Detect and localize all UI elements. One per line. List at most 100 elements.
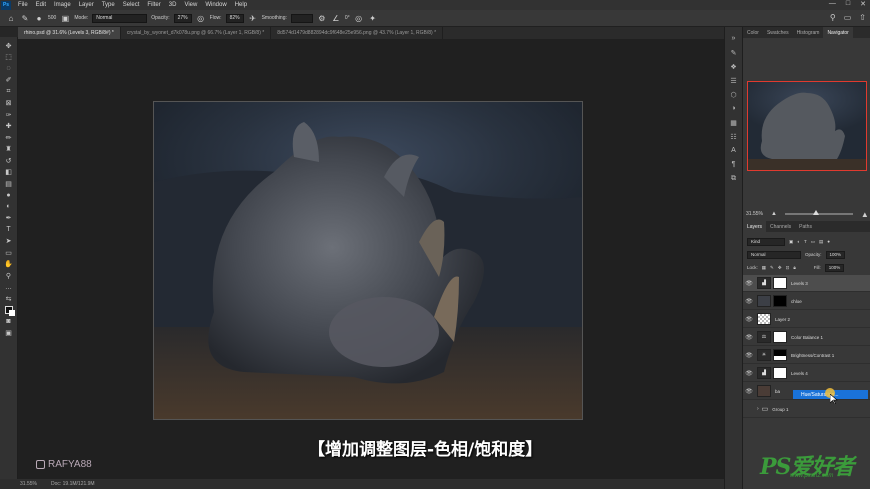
blur-tool-icon[interactable]: ● [3,190,15,202]
3d-panel-icon[interactable]: ⬡ [728,89,740,100]
tab-swatches[interactable]: Swatches [763,27,793,38]
smoothing-input[interactable] [290,13,313,23]
pen-tool-icon[interactable]: ✒ [3,213,15,225]
menu-type[interactable]: Type [98,2,119,8]
menu-layer[interactable]: Layer [75,2,98,8]
tab-paths[interactable]: Paths [795,221,816,232]
expand-chevron-icon[interactable]: › [757,406,759,412]
properties-panel-icon[interactable]: ☷ [728,131,740,142]
tab-navigator[interactable]: Navigator [823,27,853,38]
brush-preset-icon[interactable]: ● [34,13,44,23]
zoom-tool-icon[interactable]: ⚲ [3,270,15,282]
visibility-eye-icon[interactable]: 👁︎ [743,298,755,305]
layer-row-group-1[interactable]: › ▭ Group 1 [743,401,870,418]
layer-row-brightness-contrast-1[interactable]: 👁︎ ☀ Brightness/Contrast 1 [743,347,870,364]
swap-colors-icon[interactable]: ⇆ [3,293,15,305]
brush-tool-icon-side[interactable]: ✏ [3,132,15,144]
search-icon[interactable]: ⚲ [830,13,836,22]
share-icon[interactable]: ⇧ [859,13,866,22]
paragraph-panel-icon[interactable]: ¶ [728,159,740,170]
layer-row-color-balance-1[interactable]: 👁︎ ⚖ Color Balance 1 [743,329,870,346]
close-button[interactable]: ✕ [860,0,866,8]
minimize-button[interactable]: — [829,0,836,8]
brush-tool-icon[interactable]: ✎ [20,13,30,23]
healing-tool-icon[interactable]: ✚ [3,121,15,133]
quick-select-tool-icon[interactable]: ✐ [3,75,15,87]
menu-select[interactable]: Select [119,2,144,8]
layer-name[interactable]: Color Balance 1 [791,335,823,340]
filter-adjustment-icon[interactable]: ◐ [797,239,800,244]
home-icon[interactable]: ⌂ [6,13,16,23]
lasso-tool-icon[interactable]: ◌ [3,63,15,75]
menu-edit[interactable]: Edit [32,2,50,8]
shape-tool-icon[interactable]: ▭ [3,247,15,259]
menu-view[interactable]: View [180,2,201,8]
layer-row-layer-2[interactable]: 👁︎ Layer 2 [743,311,870,328]
layer-name[interactable]: chloe [791,299,802,304]
lock-position-icon[interactable]: ✥ [778,265,782,271]
tab-color[interactable]: Color [743,27,763,38]
lock-image-icon[interactable]: ✎ [770,265,774,271]
visibility-eye-icon[interactable]: 👁︎ [743,388,755,395]
adjustments-panel-icon[interactable]: ◑ [728,103,740,114]
lock-artboard-icon[interactable]: ⊡ [786,265,790,271]
flow-input[interactable]: 82% [225,13,244,23]
marquee-tool-icon[interactable]: ⬚ [3,52,15,64]
layer-row-levels-3[interactable]: 👁︎ ▟ Levels 3 [743,275,870,292]
layer-kind-select[interactable]: Kind [747,237,785,246]
filter-pixel-icon[interactable]: ▣ [789,239,793,245]
symmetry-icon[interactable]: ✦ [368,13,378,23]
workspace-icon[interactable]: ▭ [844,13,852,22]
type-tool-icon[interactable]: T [3,224,15,236]
libraries-panel-icon[interactable]: ▦ [728,117,740,128]
foreground-background-color-icon[interactable] [3,305,15,317]
status-zoom[interactable]: 31.55% [20,481,37,487]
zoom-out-icon[interactable]: ▲ [771,211,777,217]
tab-layers[interactable]: Layers [743,221,767,232]
layer-name[interactable]: Layer 2 [775,317,790,322]
menu-help[interactable]: Help [231,2,251,8]
brush-presets-panel-icon[interactable]: ❖ [728,61,740,72]
angle-value[interactable]: 0° [345,15,350,21]
eyedropper-tool-icon[interactable]: ✑ [3,109,15,121]
layer-name[interactable]: ba [775,389,780,394]
navigator-zoom-knob[interactable] [812,210,819,215]
tool-presets-panel-icon[interactable]: ☰ [728,75,740,86]
layer-fill-input[interactable]: 100% [824,263,845,272]
tab-channels[interactable]: Channels [766,221,795,232]
crop-tool-icon[interactable]: ⌗ [3,86,15,98]
menu-filter[interactable]: Filter [143,2,164,8]
menu-file[interactable]: File [14,2,32,8]
navigator-view-box[interactable] [747,81,867,171]
visibility-eye-icon[interactable]: 👁︎ [743,352,755,359]
layer-row-chloe[interactable]: 👁︎ chloe [743,293,870,310]
lock-transparent-icon[interactable]: ▦ [762,265,766,271]
opacity-input[interactable]: 27% [173,13,192,23]
layer-name[interactable]: Group 1 [772,407,788,412]
layer-name[interactable]: Brightness/Contrast 1 [791,353,834,358]
pressure-opacity-icon[interactable]: ◎ [196,13,206,23]
rhino-photo[interactable] [153,101,583,420]
layer-name[interactable]: Levels 4 [791,371,808,376]
smoothing-settings-icon[interactable]: ⚙ [317,13,327,23]
pressure-size-icon[interactable]: ◎ [354,13,364,23]
dodge-tool-icon[interactable]: ◐ [3,201,15,213]
gradient-tool-icon[interactable]: ▤ [3,178,15,190]
menu-3d[interactable]: 3D [165,2,181,8]
visibility-eye-icon[interactable]: 👁︎ [743,316,755,323]
quick-mask-icon[interactable]: ◙ [3,316,15,328]
tab-rhino[interactable]: rhino.psd @ 31.6% (Levels 3, RGB/8#) * [18,27,121,39]
visibility-eye-icon[interactable]: 👁︎ [743,370,755,377]
navigator-zoom-value[interactable]: 31.55% [746,211,763,217]
layer-row-levels-4[interactable]: 👁︎ ▟ Levels 4 [743,365,870,382]
filter-toggle-icon[interactable]: ● [827,239,830,244]
navigator-zoom-slider[interactable] [784,210,853,215]
brush-settings-icon[interactable]: ▣ [60,13,70,23]
menu-window[interactable]: Window [201,2,230,8]
glyphs-panel-icon[interactable]: ⧉ [728,173,740,184]
filter-shape-icon[interactable]: ▭ [811,239,815,245]
airbrush-icon[interactable]: ✈ [248,13,258,23]
tab-8d574d[interactable]: 8d574d1479d882894dc9f648e25e956.png @ 43… [271,27,444,39]
more-tools-icon[interactable]: … [3,282,15,294]
filter-type-icon[interactable]: T [804,239,807,244]
